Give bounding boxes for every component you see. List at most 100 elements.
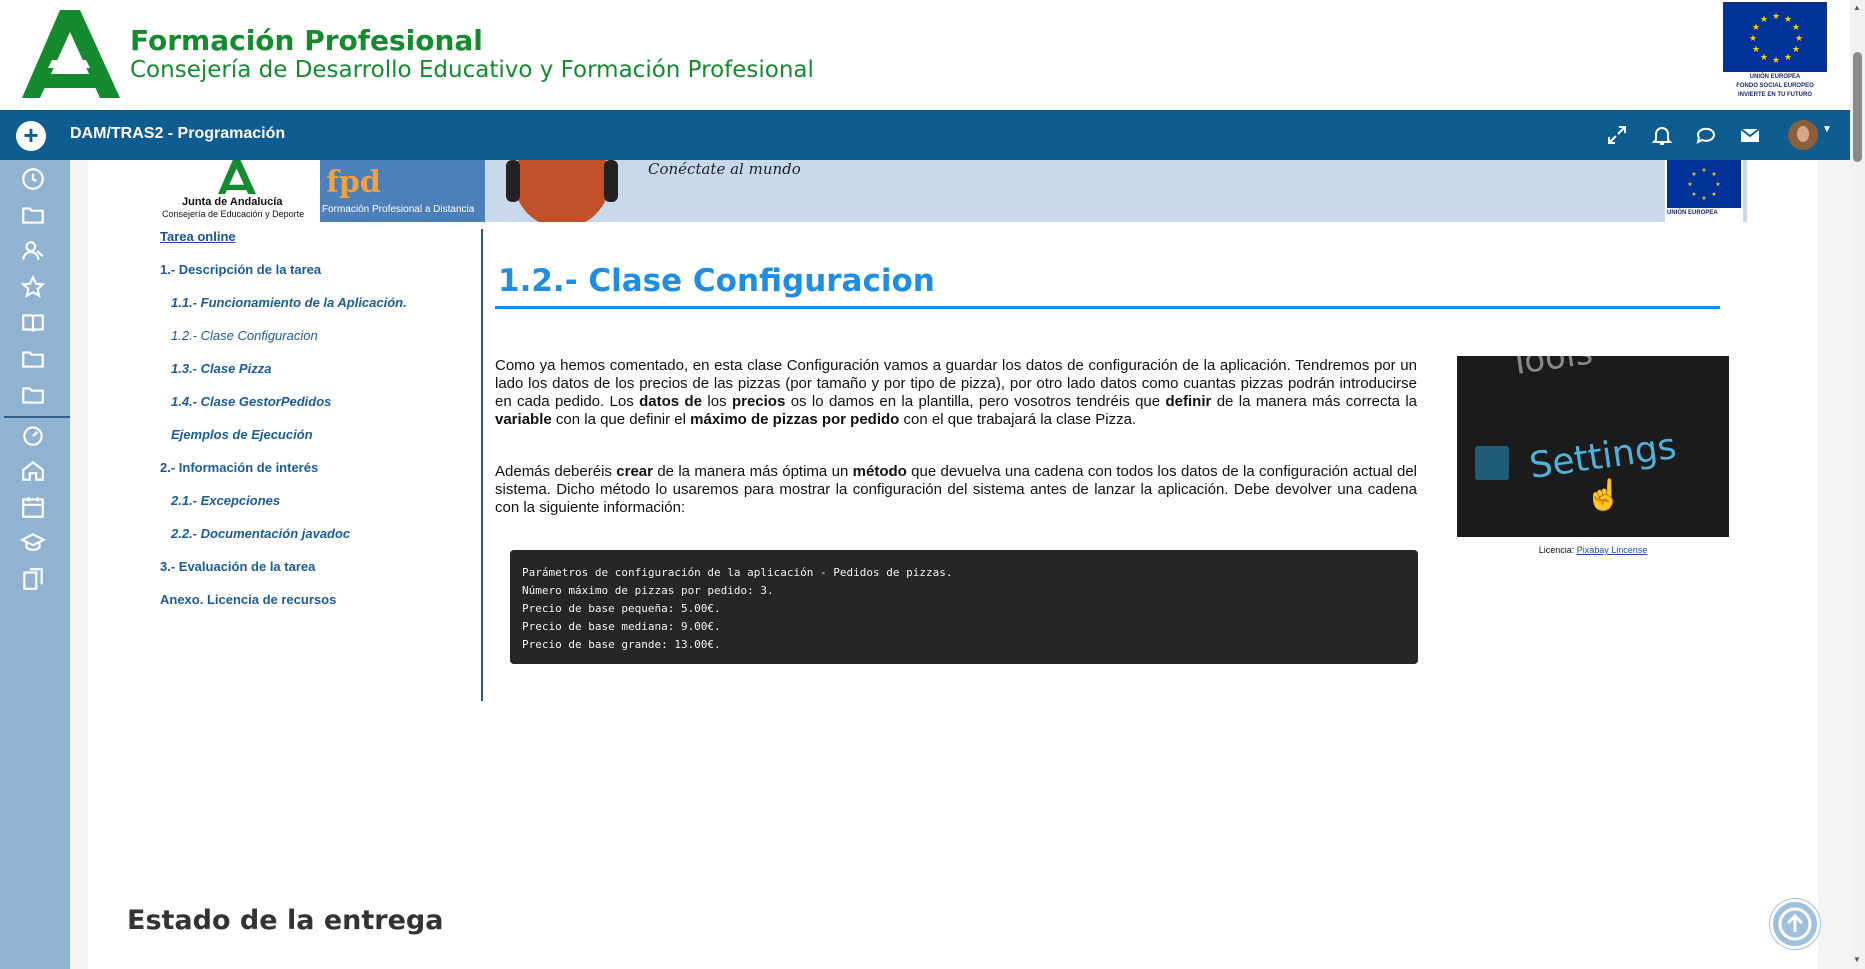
files-icon[interactable] (20, 566, 46, 592)
chevron-down-icon[interactable]: ▼ (1822, 124, 1832, 135)
site-header: Formación Profesional Consejería de Desa… (0, 0, 1865, 110)
p1-bold-f: definir (1165, 393, 1212, 410)
clock-icon[interactable] (20, 166, 46, 192)
eu-caption-2: FONDO SOCIAL EUROPEO (1736, 83, 1814, 89)
scroll-up-icon[interactable]: ▲ (1853, 3, 1861, 12)
svg-text:★: ★ (1749, 34, 1757, 44)
toc-item-anexo[interactable]: Anexo. Licencia de recursos (160, 592, 336, 607)
folder-icon-3[interactable] (20, 382, 46, 408)
eu-caption-1: UNIÓN EUROPEA (1749, 74, 1801, 80)
fullscreen-icon[interactable] (1605, 123, 1629, 147)
hand-cursor-icon: ☝ (1585, 479, 1623, 512)
p1-text-e: os lo damos en la plantilla, pero vosotr… (785, 393, 1166, 410)
scroll-thumb[interactable] (1853, 52, 1862, 162)
article-paragraph-1: Como ya hemos comentado, en esta clase C… (495, 357, 1417, 429)
home-icon[interactable] (20, 458, 46, 484)
left-icon-rail (0, 160, 70, 969)
eu-flag-small-icon: ★ ★ ★ ★ ★ ★ ★ ★ (1667, 160, 1741, 208)
junta-subtitle: Consejería de Educación y Deporte (162, 209, 305, 219)
junta-banner-logo: Junta de Andalucía Consejería de Educaci… (162, 160, 320, 222)
student-headphones-image (506, 160, 618, 222)
p1-text-k: con el que trabajará la clase Pizza. (899, 411, 1137, 428)
svg-text:★: ★ (1784, 15, 1792, 25)
chat-icon[interactable] (1694, 123, 1718, 147)
code-line: Precio de base pequeña: 5.00€. (522, 602, 721, 615)
scroll-to-top-button[interactable] (1770, 899, 1820, 949)
p2-bold-d: método (852, 463, 907, 480)
p2-text-a: Además deberéis (495, 463, 617, 480)
star-icon[interactable] (20, 274, 46, 300)
folder-icon[interactable] (20, 202, 46, 228)
toc-item-tarea-online[interactable]: Tarea online (160, 229, 236, 244)
p1-text-c: los (702, 393, 732, 410)
folder-icon-2[interactable] (20, 346, 46, 372)
toc-item-ejemplos[interactable]: Ejemplos de Ejecución (171, 427, 313, 442)
junta-small-logo (218, 160, 256, 194)
toc-item-2[interactable]: 2.- Información de interés (160, 460, 318, 475)
p1-bold-j: máximo de pizzas por pedido (690, 411, 900, 428)
p1-text-g: de la manera más correcta la (1211, 393, 1417, 410)
users-icon[interactable] (20, 238, 46, 264)
course-title[interactable]: DAM/TRAS2 - Programación (70, 125, 285, 143)
book-icon[interactable] (20, 310, 46, 336)
toc-item-2-1[interactable]: 2.1.- Excepciones (171, 493, 280, 508)
toc-item-1-2[interactable]: 1.2.- Clase Configuracion (171, 328, 318, 343)
toc-item-1-3[interactable]: 1.3.- Clase Pizza (171, 361, 271, 376)
image-license: Licencia: Pixabay Lincense (1457, 545, 1729, 555)
license-label: Licencia: (1538, 545, 1577, 555)
page-scrollbar[interactable]: ▲ ▼ (1850, 0, 1865, 969)
svg-text:★: ★ (1772, 56, 1780, 66)
graduation-icon[interactable] (20, 530, 46, 556)
user-avatar[interactable] (1788, 120, 1818, 150)
fpd-logo: fpd Formación Profesional a Distancia (320, 160, 485, 222)
svg-text:★: ★ (1792, 23, 1800, 33)
code-line: Número máximo de pizzas por pedido: 3. (522, 584, 774, 597)
p2-text-c: de la manera más óptima un (652, 463, 853, 480)
license-link[interactable]: Pixabay Lincense (1577, 545, 1648, 555)
svg-text:★: ★ (1701, 167, 1706, 174)
toc-item-3[interactable]: 3.- Evaluación de la tarea (160, 559, 315, 574)
banner-eu-caption: UNIÓN EUROPEA (1667, 210, 1718, 216)
junta-andalucia-logo (22, 10, 120, 98)
eu-logo: ★ ★ ★ ★ ★ ★ ★ ★ ★ ★ ★ ★ UNIÓN EUROPEA FONDO SOCI… (1722, 2, 1828, 102)
svg-text:★: ★ (1687, 181, 1692, 188)
toc-item-1-1[interactable]: 1.1.- Funcionamiento de la Aplicación. (171, 295, 407, 310)
code-line: Precio de base mediana: 9.00€. (522, 620, 721, 633)
top-navbar: + DAM/TRAS2 - Programación ▼ (0, 110, 1850, 160)
article-paragraph-2: Además deberéis crear de la manera más ó… (495, 463, 1417, 517)
bell-icon[interactable] (1650, 123, 1674, 147)
svg-text:★: ★ (1701, 195, 1706, 202)
p1-bold-b: datos de (639, 393, 703, 410)
svg-text:★: ★ (1691, 191, 1696, 198)
svg-text:★: ★ (1772, 12, 1780, 22)
brand-subtitle: Consejería de Desarrollo Educativo y For… (130, 57, 814, 83)
rail-divider (4, 416, 70, 418)
toc-item-1[interactable]: 1.- Descripción de la tarea (160, 262, 321, 277)
scroll-down-icon[interactable]: ▼ (1853, 955, 1861, 964)
toc-item-1-4[interactable]: 1.4.- Clase GestorPedidos (171, 394, 331, 409)
svg-text:★: ★ (1691, 171, 1696, 178)
calendar-icon[interactable] (20, 494, 46, 520)
fpd-mark-icon: fpd (326, 165, 381, 200)
p1-text-i: con la que definir el (551, 411, 691, 428)
svg-text:★: ★ (1752, 23, 1760, 33)
add-button[interactable]: + (16, 121, 46, 151)
p1-bold-h: variable (495, 411, 552, 428)
code-output-block: Parámetros de configuración de la aplica… (510, 550, 1418, 664)
dashboard-icon[interactable] (20, 422, 46, 448)
estado-entrega-heading: Estado de la entrega (127, 905, 444, 936)
svg-text:★: ★ (1784, 53, 1792, 63)
brand-title: Formación Profesional (130, 24, 483, 57)
image-word-tools: Tools (1506, 356, 1596, 384)
p2-bold-b: crear (616, 463, 653, 480)
code-line: Precio de base grande: 13.00€. (522, 638, 721, 651)
course-banner: Junta de Andalucía Consejería de Educaci… (162, 160, 1747, 222)
settings-image: Tools Settings ☝ (1457, 356, 1729, 537)
toc-divider (481, 229, 483, 701)
mail-icon[interactable] (1738, 123, 1762, 147)
banner-eu-logo: ★ ★ ★ ★ ★ ★ ★ ★ UNIÓN EUROPEA (1665, 160, 1743, 222)
eu-caption-3: INVIERTE EN TU FUTURO (1737, 92, 1812, 98)
junta-name: Junta de Andalucía (182, 196, 283, 208)
banner-slogan: Conéctate al mundo (648, 160, 801, 178)
toc-item-2-2[interactable]: 2.2.- Documentación javadoc (171, 526, 350, 541)
